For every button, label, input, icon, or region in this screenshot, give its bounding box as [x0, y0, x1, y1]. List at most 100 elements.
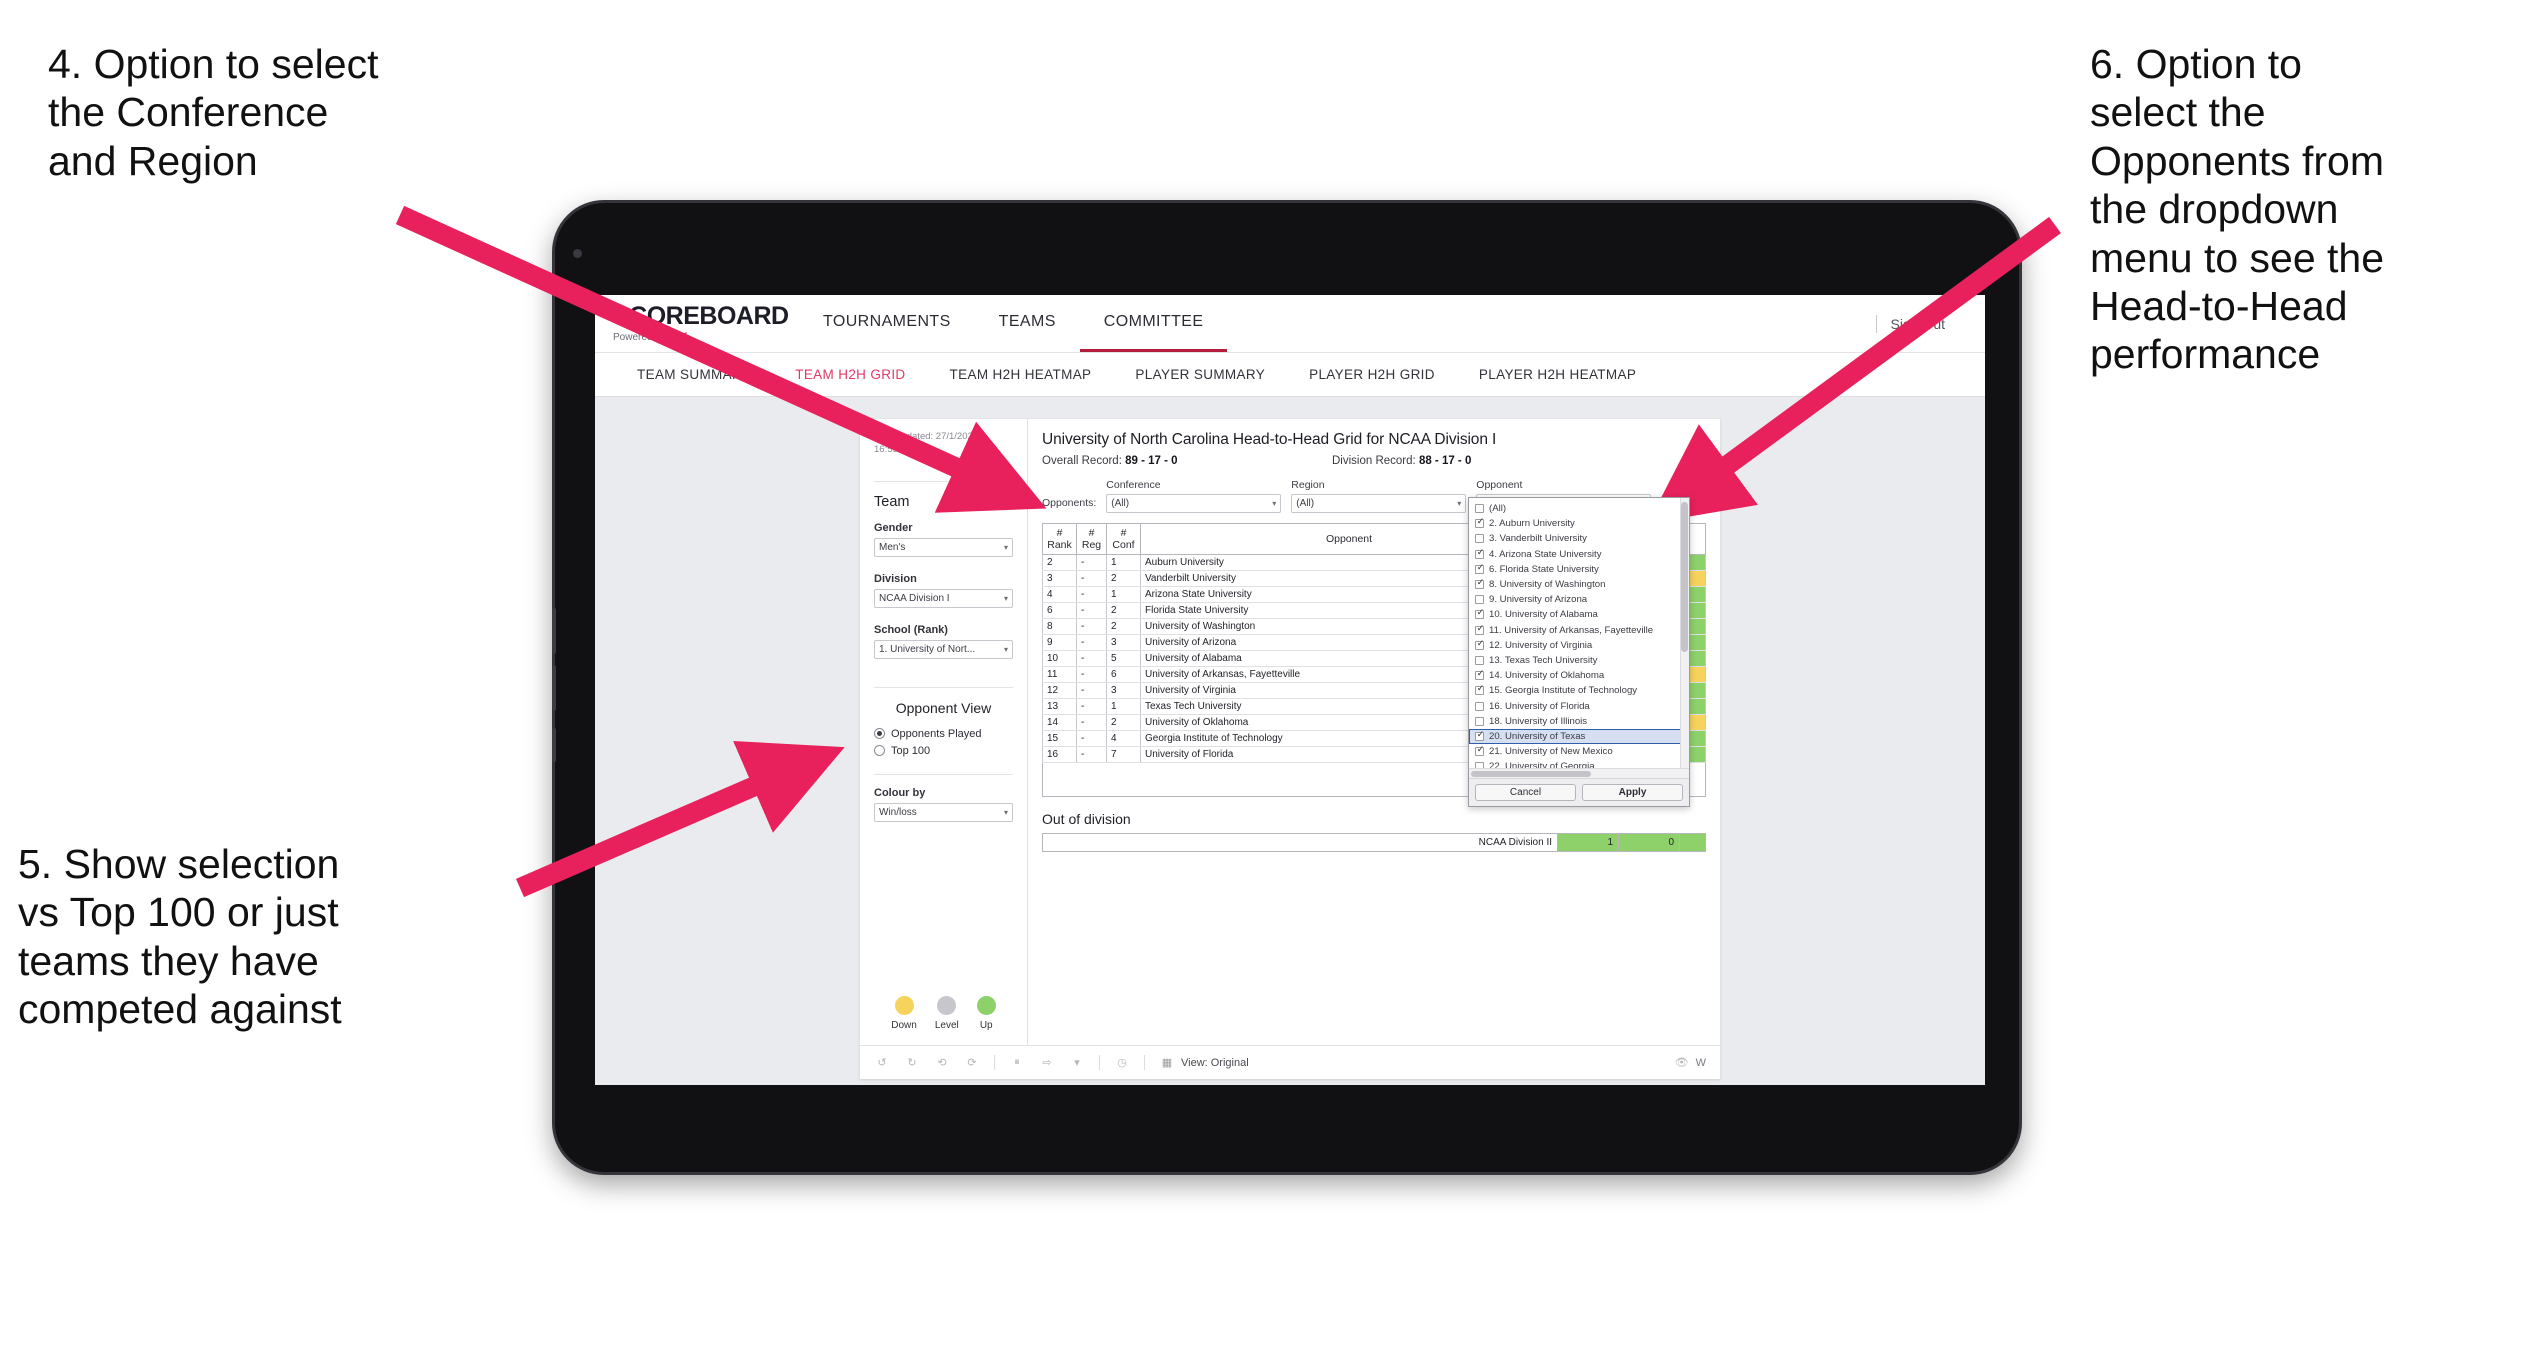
radio-top-100-label: Top 100: [891, 744, 931, 757]
dropdown-option[interactable]: 8. University of Washington: [1469, 577, 1689, 592]
dropdown-hscroll-thumb[interactable]: [1471, 771, 1591, 777]
checkbox-icon[interactable]: [1475, 639, 1485, 650]
checkbox-icon[interactable]: [1475, 563, 1485, 574]
dropdown-option[interactable]: 13. Texas Tech University: [1469, 653, 1689, 668]
power-button[interactable]: [552, 728, 556, 762]
revert-icon[interactable]: ⟲: [934, 1055, 950, 1071]
tablet-device-frame: SCOREBOARD Powered by Fliff TOURNAMENTS …: [552, 200, 2022, 1175]
pause-icon[interactable]: ⏸: [1009, 1055, 1025, 1071]
school-value: 1. University of Nort...: [879, 643, 976, 655]
checkbox-icon[interactable]: [1475, 655, 1484, 665]
dropdown-option[interactable]: 6. Florida State University: [1469, 562, 1689, 577]
dropdown-option[interactable]: 21. University of New Mexico: [1469, 744, 1689, 759]
subnav-player-h2h-heatmap[interactable]: PLAYER H2H HEATMAP: [1457, 367, 1658, 382]
dropdown-option[interactable]: 2. Auburn University: [1469, 516, 1689, 531]
cell-conf: 2: [1106, 602, 1141, 620]
checkbox-icon[interactable]: [1475, 716, 1484, 726]
volume-down-button[interactable]: [552, 665, 556, 711]
cell-rank: 8: [1042, 618, 1077, 636]
chevron-down-icon[interactable]: ▾: [1069, 1055, 1085, 1071]
checkbox-icon[interactable]: [1475, 730, 1485, 741]
undo-icon[interactable]: ↺: [874, 1055, 890, 1071]
checkbox-icon[interactable]: [1475, 624, 1485, 635]
cell-conf: 4: [1106, 730, 1141, 748]
checkbox-icon[interactable]: [1475, 534, 1484, 544]
colour-by-value: Win/loss: [879, 806, 917, 818]
control-panel: Last Updated: 27/1/2024 16:55:38 Team Ge…: [860, 419, 1028, 1045]
dropdown-option[interactable]: 4. Arizona State University: [1469, 547, 1689, 562]
subnav-team-h2h-grid[interactable]: TEAM H2H GRID: [773, 367, 927, 382]
dropdown-scrollbar[interactable]: [1680, 498, 1689, 768]
app-top-bar: SCOREBOARD Powered by Fliff TOURNAMENTS …: [595, 295, 1985, 353]
checkbox-icon[interactable]: [1475, 608, 1485, 620]
radio-icon: [874, 728, 885, 740]
cell-reg: -: [1076, 730, 1107, 748]
chevron-down-icon: ▾: [1457, 499, 1462, 508]
volume-up-button[interactable]: [552, 608, 556, 654]
radio-opponents-played[interactable]: Opponents Played: [874, 728, 1013, 740]
checkbox-icon[interactable]: [1475, 504, 1484, 514]
dropdown-horizontal-scrollbar[interactable]: [1469, 768, 1689, 778]
cancel-button[interactable]: Cancel: [1475, 784, 1576, 801]
dropdown-option[interactable]: 9. University of Arizona: [1469, 592, 1689, 607]
school-field: School (Rank) 1. University of Nort... ▾: [874, 624, 1013, 659]
dropdown-option[interactable]: 11. University of Arkansas, Fayetteville: [1469, 623, 1689, 638]
nav-tournaments[interactable]: TOURNAMENTS: [799, 295, 975, 352]
last-updated-date: Last Updated: 27/1/2024: [874, 431, 979, 442]
checkbox-icon[interactable]: [1475, 669, 1485, 681]
division-select[interactable]: NCAA Division I ▾: [874, 588, 1013, 608]
subnav-team-h2h-heatmap[interactable]: TEAM H2H HEATMAP: [928, 367, 1114, 382]
dropdown-scroll-thumb[interactable]: [1681, 502, 1688, 652]
checkbox-icon[interactable]: [1475, 578, 1485, 590]
dropdown-option[interactable]: 20. University of Texas: [1469, 728, 1689, 744]
conference-select[interactable]: (All) ▾: [1106, 494, 1282, 513]
opponent-dropdown-popup[interactable]: (All) 2. Auburn University 3. Vanderbilt U…: [1468, 497, 1690, 807]
checkbox-icon[interactable]: [1475, 745, 1485, 757]
view-original-button[interactable]: ▦ View: Original: [1159, 1055, 1249, 1071]
opponent-option-list[interactable]: (All) 2. Auburn University 3. Vanderbilt U…: [1469, 498, 1689, 768]
redo-icon[interactable]: ↻: [904, 1055, 920, 1071]
subnav-player-summary[interactable]: PLAYER SUMMARY: [1113, 367, 1287, 382]
dropdown-option[interactable]: 15. Georgia Institute of Technology: [1469, 683, 1689, 698]
sign-out-link[interactable]: Sign Out: [1891, 316, 1945, 332]
dropdown-option[interactable]: 10. University of Alabama: [1469, 607, 1689, 622]
cell-rank: 2: [1042, 554, 1077, 572]
dropdown-option[interactable]: 3. Vanderbilt University: [1469, 531, 1689, 546]
cell-reg: -: [1076, 682, 1107, 700]
dropdown-option[interactable]: 12. University of Virginia: [1469, 638, 1689, 653]
checkbox-icon[interactable]: [1475, 701, 1484, 711]
gender-select[interactable]: Men's ▾: [874, 537, 1013, 557]
checkbox-icon[interactable]: [1475, 517, 1485, 529]
checkbox-icon[interactable]: [1475, 595, 1484, 605]
checkbox-icon[interactable]: [1475, 684, 1485, 696]
share-icon[interactable]: ⇨: [1039, 1055, 1055, 1071]
dropdown-option[interactable]: 18. University of Illinois: [1469, 714, 1689, 729]
dropdown-option[interactable]: 14. University of Oklahoma: [1469, 668, 1689, 683]
dropdown-option[interactable]: 22. University of Georgia: [1469, 759, 1689, 768]
brand-logo[interactable]: SCOREBOARD Powered by Fliff: [613, 304, 789, 344]
nav-committee[interactable]: COMMITTEE: [1079, 295, 1228, 352]
subnav-player-h2h-grid[interactable]: PLAYER H2H GRID: [1287, 367, 1457, 382]
legend-swatch-down: [894, 996, 914, 1015]
table-row[interactable]: NCAA Division II 1 0: [1042, 833, 1706, 853]
eye-icon[interactable]: 👁: [1674, 1055, 1690, 1071]
cell-reg: -: [1076, 554, 1107, 572]
radio-top-100[interactable]: Top 100: [874, 745, 1013, 757]
colour-by-select[interactable]: Win/loss ▾: [874, 802, 1013, 822]
subnav-team-summary[interactable]: TEAM SUMMARY: [615, 367, 773, 382]
school-select[interactable]: 1. University of Nort... ▾: [874, 639, 1013, 659]
conference-label: Conference: [1106, 479, 1161, 491]
checkbox-icon[interactable]: [1475, 548, 1485, 559]
divider: [874, 686, 1013, 688]
refresh-data-icon[interactable]: ⟳: [964, 1055, 980, 1071]
cell-reg: -: [1076, 618, 1107, 636]
dropdown-option[interactable]: (All): [1469, 501, 1689, 516]
apply-button[interactable]: Apply: [1582, 784, 1683, 801]
nav-teams[interactable]: TEAMS: [975, 295, 1080, 352]
dropdown-option[interactable]: 16. University of Florida: [1469, 698, 1689, 713]
region-select[interactable]: (All) ▾: [1291, 494, 1467, 513]
clock-icon[interactable]: ◷: [1114, 1055, 1130, 1071]
gender-field: Gender Men's ▾: [874, 522, 1013, 557]
chevron-down-icon: ▾: [1003, 542, 1008, 552]
cell-conf: 2: [1106, 618, 1141, 636]
